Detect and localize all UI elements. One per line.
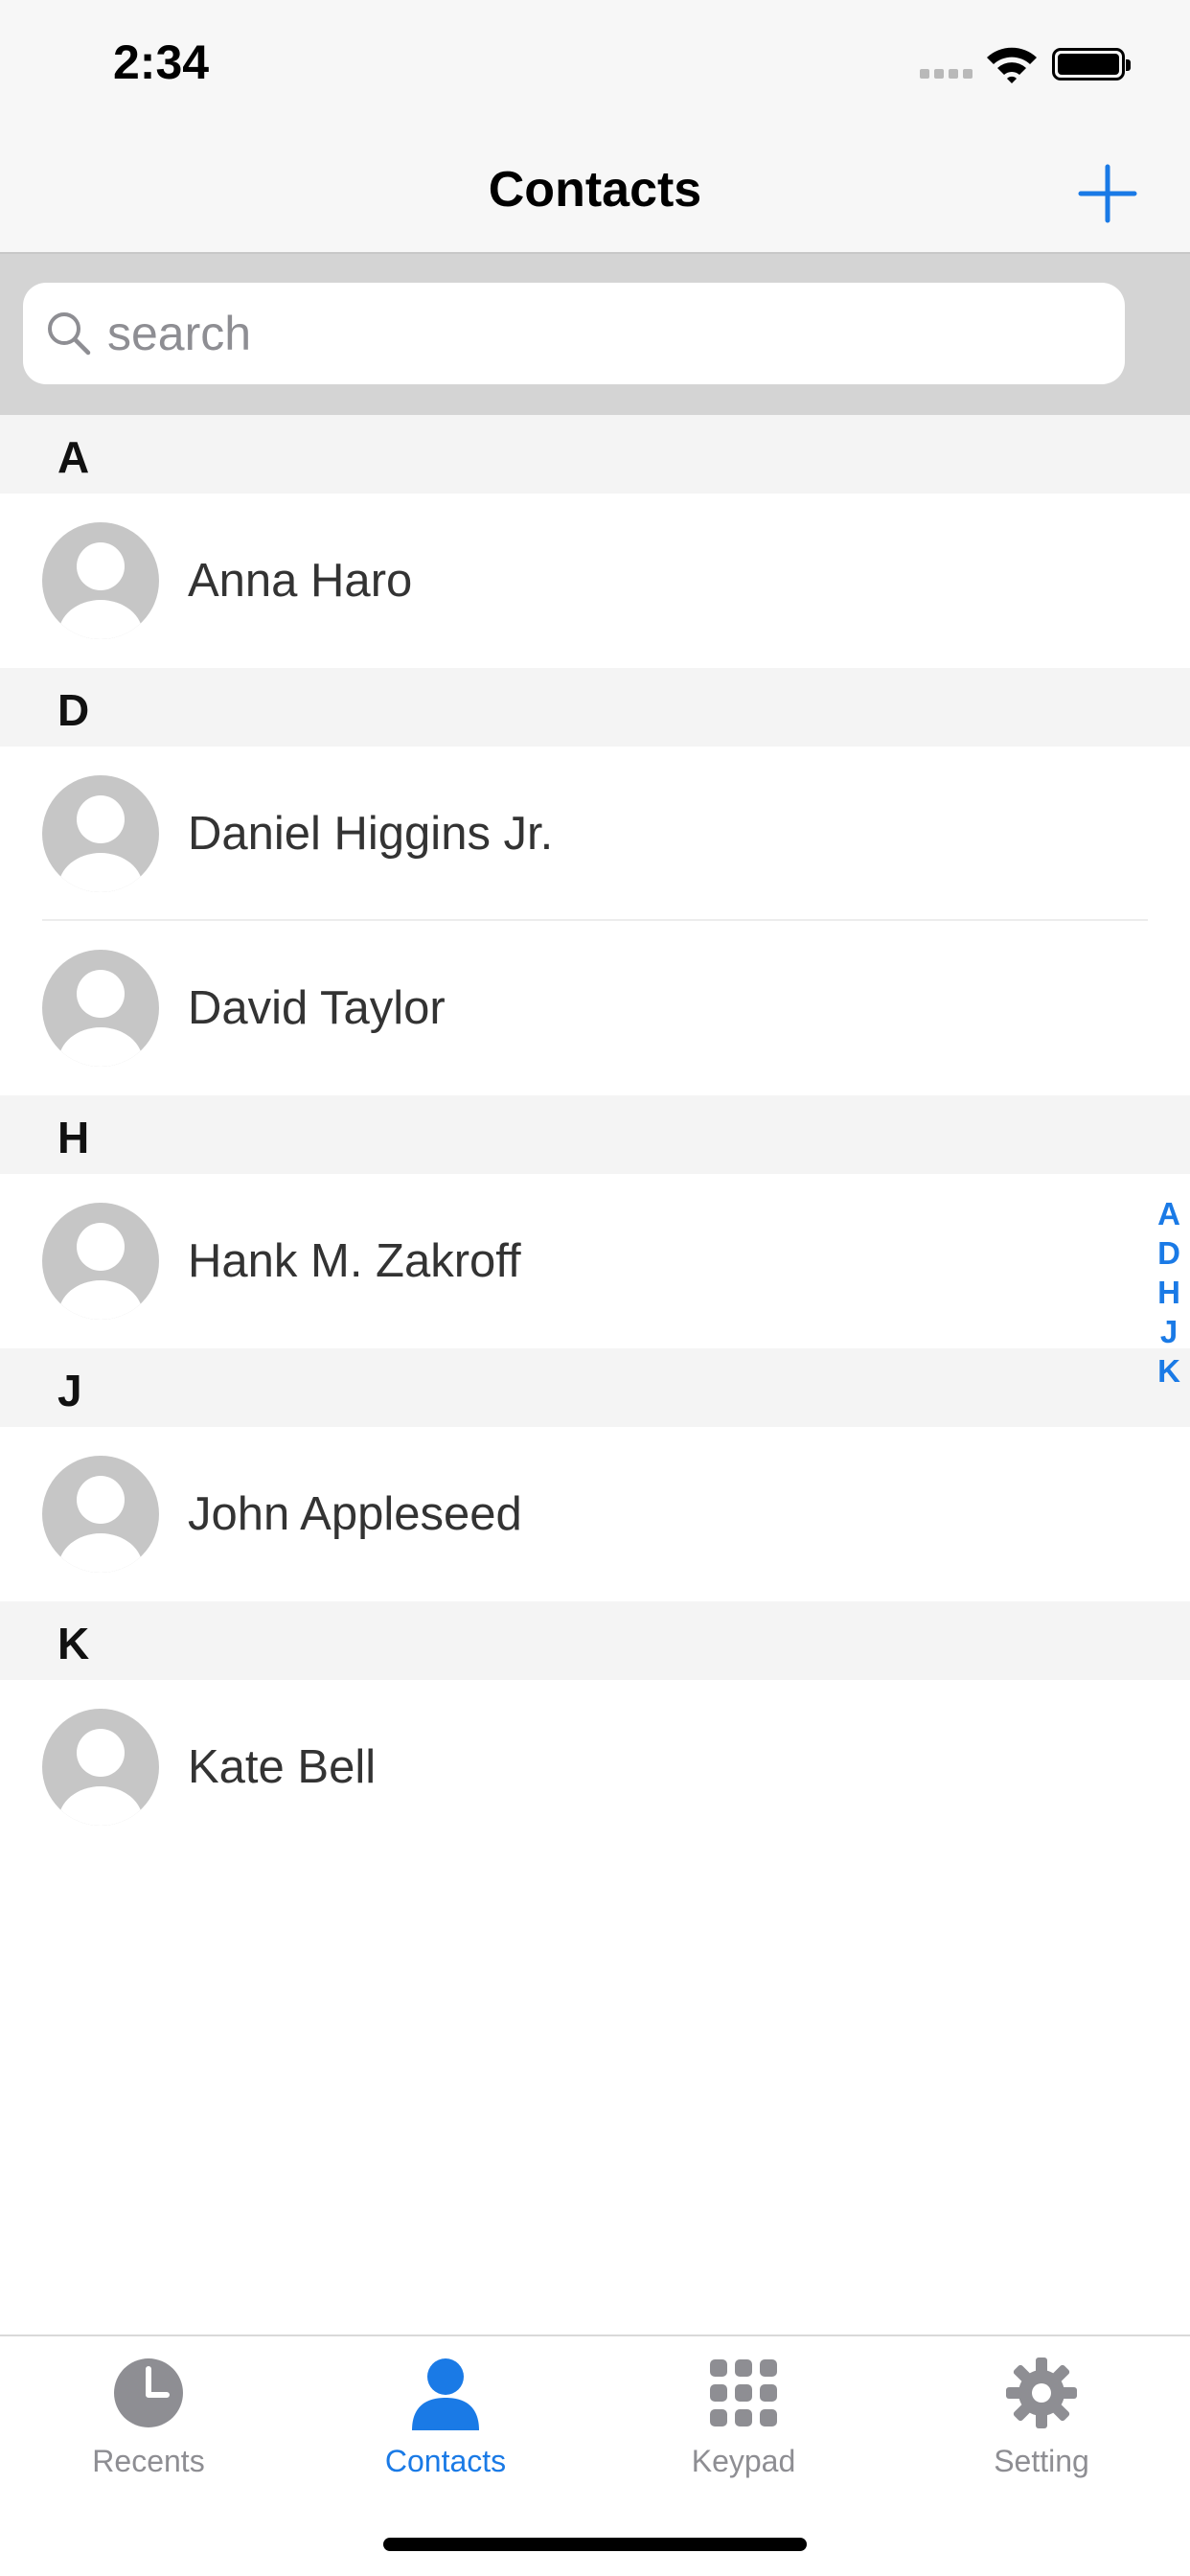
section-header-h: H — [0, 1095, 1190, 1174]
index-letter-j[interactable]: J — [1160, 1312, 1178, 1351]
contact-list: A Anna Haro D Daniel Higgins Jr. David T… — [0, 415, 1190, 1854]
section-header-d: D — [0, 668, 1190, 747]
cellular-signal-icon — [920, 69, 973, 79]
person-icon — [412, 2358, 479, 2430]
section-index: A D H J K — [1148, 1194, 1190, 1391]
contact-row[interactable]: Anna Haro — [0, 494, 1190, 668]
contacts-screen: 2:34 Contacts A Anna — [0, 0, 1190, 2576]
tab-contacts[interactable]: Contacts — [340, 2356, 551, 2499]
index-letter-d[interactable]: D — [1157, 1233, 1180, 1273]
avatar-placeholder-icon — [42, 1203, 159, 1320]
search-icon — [48, 312, 91, 356]
section-header-a: A — [0, 415, 1190, 494]
search-input[interactable] — [107, 300, 1104, 367]
avatar-placeholder-icon — [42, 950, 159, 1067]
status-time: 2:34 — [113, 35, 210, 89]
contact-name: Anna Haro — [188, 555, 413, 607]
contact-name: Hank M. Zakroff — [188, 1235, 521, 1287]
contact-row[interactable]: Kate Bell — [0, 1680, 1190, 1854]
search-box[interactable] — [23, 283, 1125, 384]
section-header-k: K — [0, 1601, 1190, 1680]
home-indicator[interactable] — [383, 2538, 807, 2551]
keypad-icon — [710, 2359, 777, 2426]
tab-setting[interactable]: Setting — [936, 2356, 1147, 2499]
index-letter-k[interactable]: K — [1157, 1351, 1180, 1391]
tab-keypad[interactable]: Keypad — [638, 2356, 849, 2499]
clock-icon — [114, 2358, 183, 2427]
search-bar — [0, 254, 1190, 415]
avatar-placeholder-icon — [42, 522, 159, 639]
contact-row[interactable]: Daniel Higgins Jr. — [0, 747, 1190, 921]
contact-row[interactable]: Hank M. Zakroff — [0, 1174, 1190, 1348]
contact-name: Kate Bell — [188, 1741, 377, 1793]
tab-label: Setting — [994, 2444, 1089, 2478]
contact-row[interactable]: John Appleseed — [0, 1427, 1190, 1601]
tab-label: Keypad — [691, 2444, 796, 2478]
section-header-j: J — [0, 1348, 1190, 1427]
gear-icon — [1006, 2358, 1077, 2428]
contact-name: John Appleseed — [188, 1488, 522, 1540]
contact-name: Daniel Higgins Jr. — [188, 808, 554, 860]
contact-row[interactable]: David Taylor — [0, 921, 1190, 1095]
add-contact-button[interactable] — [1073, 159, 1142, 228]
index-letter-a[interactable]: A — [1157, 1194, 1180, 1233]
page-title: Contacts — [488, 162, 702, 218]
tab-recents[interactable]: Recents — [43, 2356, 254, 2499]
battery-icon — [1052, 48, 1131, 80]
avatar-placeholder-icon — [42, 1709, 159, 1826]
navigation-bar: Contacts — [0, 134, 1190, 254]
index-letter-h[interactable]: H — [1157, 1273, 1180, 1312]
contact-name: David Taylor — [188, 982, 446, 1034]
status-bar: 2:34 — [0, 0, 1190, 134]
tab-label: Recents — [92, 2444, 205, 2478]
tab-label: Contacts — [384, 2444, 507, 2478]
avatar-placeholder-icon — [42, 775, 159, 892]
avatar-placeholder-icon — [42, 1456, 159, 1573]
wifi-icon — [987, 47, 1037, 83]
